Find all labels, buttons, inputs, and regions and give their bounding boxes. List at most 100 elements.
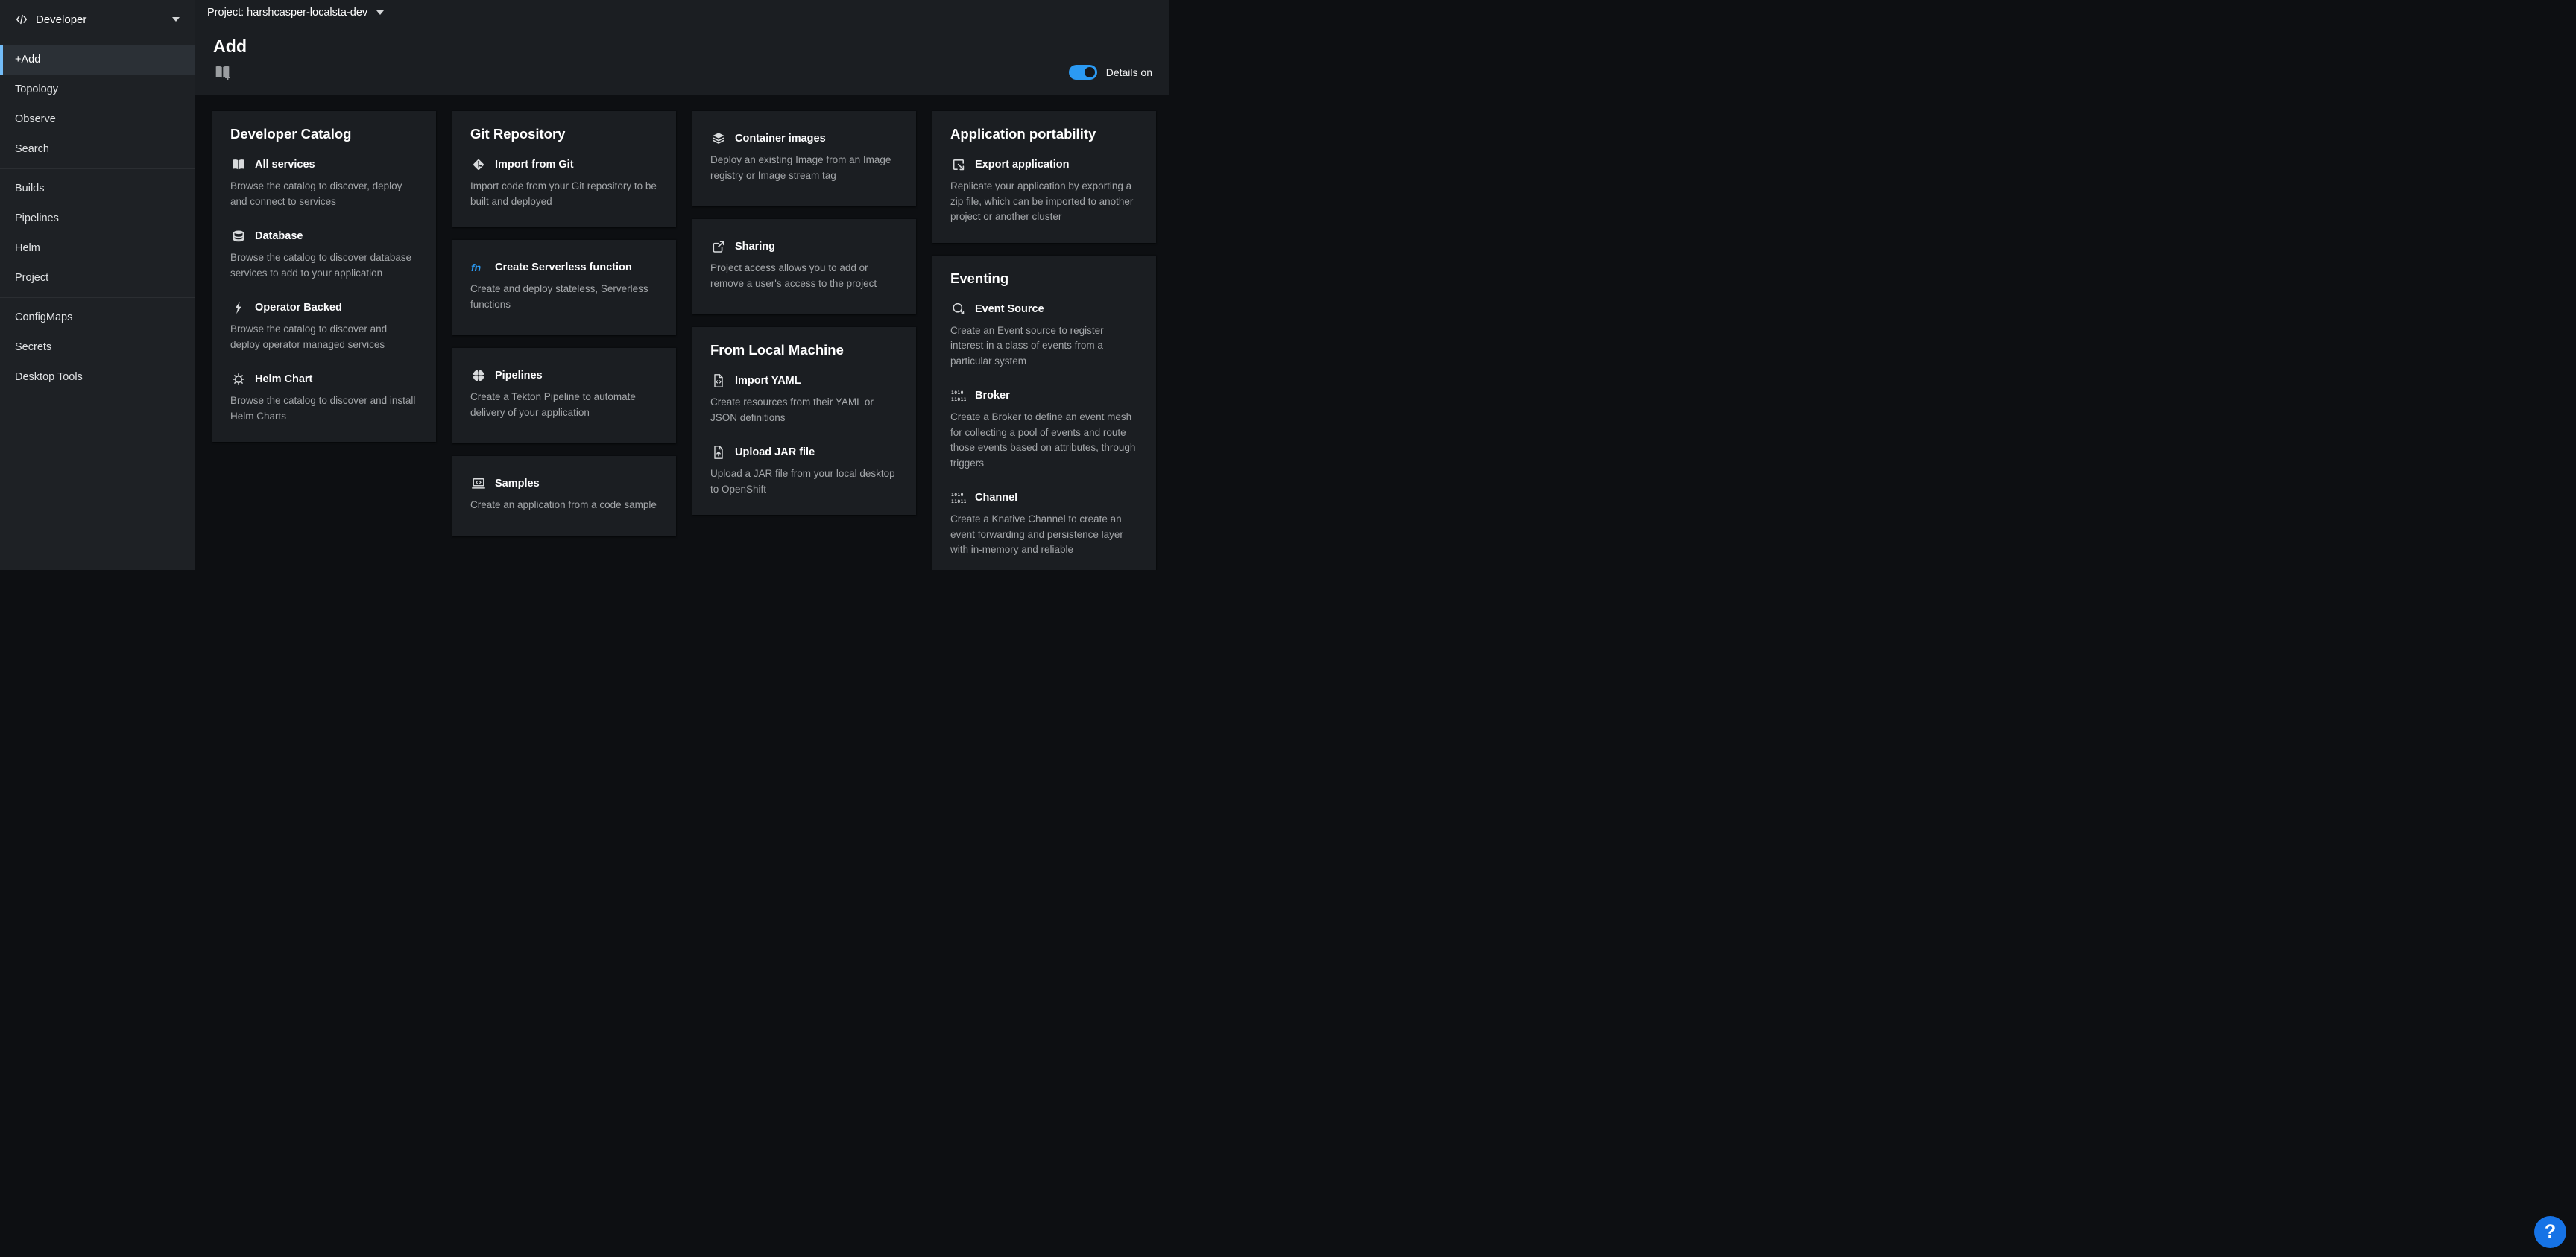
item-title-row: Samples [470,476,658,491]
nav-group-divider [0,168,195,169]
sidebar-item-pipelines[interactable]: Pipelines [0,203,195,233]
item-label: Helm Chart [255,373,312,385]
code-icon [15,13,28,26]
item-title-row: 101011011Broker [950,388,1138,403]
perspective-switcher[interactable]: Developer [0,0,195,39]
item-label: Import from Git [495,159,574,171]
switch-knob [1085,67,1095,77]
card-column: Git RepositoryImport from GitImport code… [452,111,676,536]
details-toggle-label: Details on [1106,66,1152,78]
app-root: Developer +AddTopologyObserveSearch Build… [0,0,1169,570]
git-icon [470,157,487,172]
item-title-row: Container images [710,131,898,146]
add-card-application-portability[interactable]: Application portability Export applicatio… [932,111,1156,243]
sidebar-nav: +AddTopologyObserveSearch BuildsPipelines… [0,39,195,392]
export-icon [950,157,967,172]
chevron-down-icon [376,10,384,15]
page-title: Add [213,37,1152,57]
card-item-broker[interactable]: 101011011BrokerCreate a Broker to define… [950,388,1138,471]
details-switch[interactable] [1069,65,1097,80]
add-card-git-repository[interactable]: Git RepositoryImport from GitImport code… [452,111,676,227]
add-card-eventing[interactable]: EventingEvent SourceCreate an Event sour… [932,256,1156,570]
item-description: Create an application from a code sample [470,498,658,513]
share-icon [710,239,727,254]
add-card-create-serverless-function[interactable]: fnCreate Serverless functionCreate and d… [452,240,676,335]
page-header: Add Details on [195,25,1169,95]
item-label: Database [255,230,303,242]
svg-text:1010: 1010 [951,390,964,396]
card-title: From Local Machine [710,342,898,358]
add-card-pipelines[interactable]: PipelinesCreate a Tekton Pipeline to aut… [452,348,676,443]
card-item-import-yaml[interactable]: Import YAMLCreate resources from their Y… [710,373,898,425]
card-item-create-serverless-function[interactable]: fnCreate Serverless functionCreate and d… [470,260,658,312]
add-card-from-local-machine[interactable]: From Local Machine Import YAMLCreate reso… [692,327,916,515]
item-title-row: 101011011Channel [950,490,1138,505]
card-title: Application portability [950,126,1138,142]
perspective-label: Developer [36,13,86,26]
bolt-icon [230,300,247,315]
sidebar-item-search[interactable]: Search [0,134,195,164]
item-description: Import code from your Git repository to … [470,179,658,209]
channel-binary-icon: 101011011 [950,490,967,505]
item-title-row: Pipelines [470,368,658,383]
item-description: Browse the catalog to discover database … [230,250,418,281]
item-title-row: Sharing [710,239,898,254]
item-label: Upload JAR file [735,446,815,458]
item-label: Samples [495,478,540,490]
item-title-row: Export application [950,157,1138,172]
item-label: Operator Backed [255,302,342,314]
sidebar-item-secrets[interactable]: Secrets [0,332,195,362]
help-button[interactable]: ? [2534,1216,2566,1248]
item-title-row: Import from Git [470,157,658,172]
pipelines-icon [470,368,487,383]
card-column: Developer CatalogAll servicesBrowse the … [212,111,436,442]
card-item-export-application[interactable]: Export application Replicate your applica… [950,157,1138,225]
item-label: Pipelines [495,370,543,381]
sidebar: Developer +AddTopologyObserveSearch Build… [0,0,195,570]
card-item-upload-jar-file[interactable]: Upload JAR fileUpload a JAR file from yo… [710,445,898,497]
card-item-operator-backed[interactable]: Operator BackedBrowse the catalog to dis… [230,300,418,352]
main-area: Project: harshcasper-localsta-dev Add [195,0,1169,570]
sidebar-item-project[interactable]: Project [0,263,195,293]
sidebar-item-builds[interactable]: Builds [0,174,195,203]
item-label: Create Serverless function [495,262,632,273]
add-card-sharing[interactable]: Sharing Project access allows you to add … [692,219,916,314]
item-label: All services [255,159,315,171]
item-title-row: Helm Chart [230,372,418,387]
sidebar-item-observe[interactable]: Observe [0,104,195,134]
item-description: Project access allows you to add or remo… [710,261,898,291]
item-description: Browse the catalog to discover and insta… [230,393,418,424]
add-card-samples[interactable]: Samples Create an application from a code… [452,456,676,536]
item-title-row: Database [230,229,418,244]
card-item-event-source[interactable]: Event Source Create an Event source to re… [950,302,1138,370]
item-description: Create an Event source to register inter… [950,323,1138,370]
item-label: Event Source [975,303,1044,315]
item-title-row: All services [230,157,418,172]
item-description: Replicate your application by exporting … [950,179,1138,225]
project-selector[interactable]: Project: harshcasper-localsta-dev [207,7,384,19]
fn-icon: fn [470,260,487,275]
add-card-container-images[interactable]: Container imagesDeploy an existing Image… [692,111,916,206]
card-item-database[interactable]: Database Browse the catalog to discover d… [230,229,418,281]
sidebar-item-configmaps[interactable]: ConfigMaps [0,303,195,332]
sidebar-item-helm[interactable]: Helm [0,233,195,263]
sidebar-item-add[interactable]: +Add [0,45,195,75]
card-item-samples[interactable]: Samples Create an application from a code… [470,476,658,513]
card-item-helm-chart[interactable]: Helm Chart Browse the catalog to discover… [230,372,418,424]
item-title-row: fn Create Serverless function [470,260,658,275]
card-item-sharing[interactable]: Sharing Project access allows you to add … [710,239,898,291]
card-item-pipelines[interactable]: PipelinesCreate a Tekton Pipeline to aut… [470,368,658,420]
svg-text:11011: 11011 [951,499,966,504]
book-plus-icon[interactable] [213,63,232,81]
card-item-import-from-git[interactable]: Import from Git Import code from your Git… [470,157,658,209]
add-card-developer-catalog[interactable]: Developer CatalogAll servicesBrowse the … [212,111,436,442]
card-item-container-images[interactable]: Container imagesDeploy an existing Image… [710,131,898,183]
card-title: Developer Catalog [230,126,418,142]
nav-group-divider [0,297,195,298]
sidebar-item-desktop-tools[interactable]: Desktop Tools [0,362,195,392]
sidebar-item-topology[interactable]: Topology [0,75,195,104]
details-toggle[interactable]: Details on [1069,65,1152,80]
card-item-all-services[interactable]: All servicesBrowse the catalog to discov… [230,157,418,209]
layers-icon [710,131,727,146]
card-item-channel[interactable]: 101011011ChannelCreate a Knative Channel… [950,490,1138,558]
